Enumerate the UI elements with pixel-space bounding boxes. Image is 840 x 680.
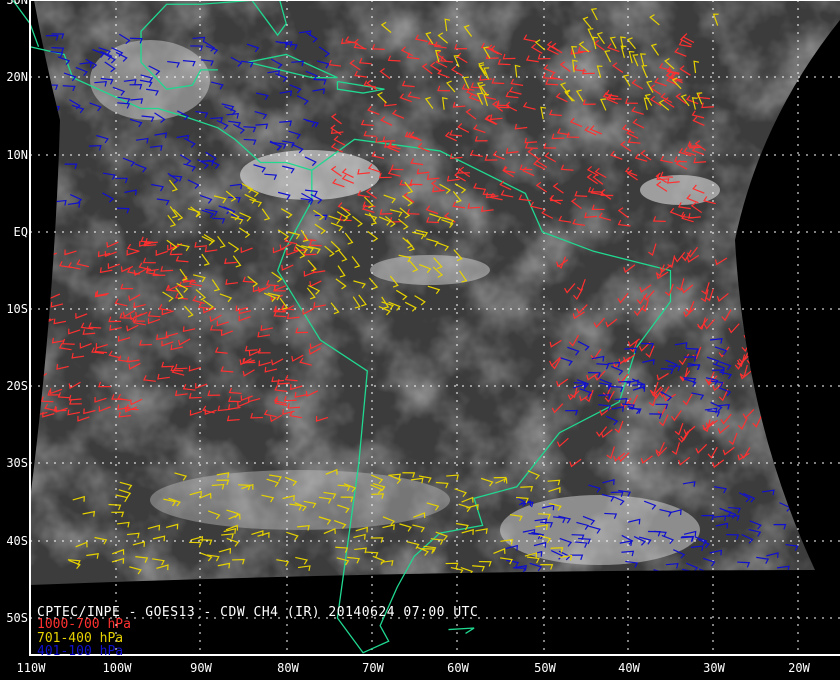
wind-barb xyxy=(776,412,788,423)
wind-barb xyxy=(785,355,796,368)
lon-label: 80W xyxy=(277,661,299,675)
wind-barb xyxy=(786,364,799,373)
lat-label: 10S xyxy=(6,302,28,316)
wind-barb xyxy=(578,573,591,580)
wind-barb xyxy=(44,164,57,175)
coastline xyxy=(448,627,475,634)
coastline xyxy=(12,0,40,47)
wind-barb xyxy=(743,569,757,576)
wind-barb xyxy=(697,575,710,582)
lat-label: 40S xyxy=(6,534,28,548)
wind-barb xyxy=(35,273,49,280)
wind-barb xyxy=(30,320,43,328)
lon-label: 70W xyxy=(362,661,384,675)
wind-barb xyxy=(743,574,756,581)
lat-label: 50S xyxy=(6,611,28,625)
lon-label: 90W xyxy=(190,661,212,675)
wind-barb xyxy=(41,127,55,133)
wind-barb xyxy=(752,295,762,308)
wind-barb xyxy=(653,569,667,578)
wind-barb xyxy=(32,287,46,293)
lon-label: 110W xyxy=(16,661,46,675)
map-canvas xyxy=(12,0,840,656)
legend-high-level: 401-100 hPa xyxy=(37,644,124,659)
lat-label: 30S xyxy=(6,456,28,470)
lat-label: 20N xyxy=(6,70,28,84)
lat-label: 20S xyxy=(6,379,28,393)
lat-label: EQ xyxy=(13,225,28,239)
wind-barb xyxy=(775,368,785,382)
wind-barb xyxy=(32,302,46,310)
lat-label: 30N xyxy=(6,0,28,7)
wind-barb xyxy=(743,329,755,341)
lon-label: 30W xyxy=(703,661,725,675)
wind-barb xyxy=(769,285,780,298)
legend-low-level: 1000-700 hPa xyxy=(37,617,131,632)
wind-barb xyxy=(622,577,636,584)
wind-barb xyxy=(783,308,794,322)
wind-barb xyxy=(761,265,771,278)
lon-label: 50W xyxy=(534,661,556,675)
wind-barb xyxy=(750,338,763,347)
wind-barb xyxy=(778,343,791,353)
wind-barb xyxy=(778,434,789,448)
lon-label: 20W xyxy=(788,661,810,675)
wind-barb xyxy=(761,240,773,252)
wind-barb xyxy=(30,241,42,249)
lat-label: 10N xyxy=(6,148,28,162)
wind-barb xyxy=(772,375,785,386)
lon-label: 100W xyxy=(102,661,132,675)
satellite-wind-map: 30N 20N 10N EQ 10S 20S 30S 40S 50S 110W 100W 90W 80… xyxy=(0,0,840,680)
lon-label: 60W xyxy=(447,661,469,675)
lon-label: 40W xyxy=(618,661,640,675)
